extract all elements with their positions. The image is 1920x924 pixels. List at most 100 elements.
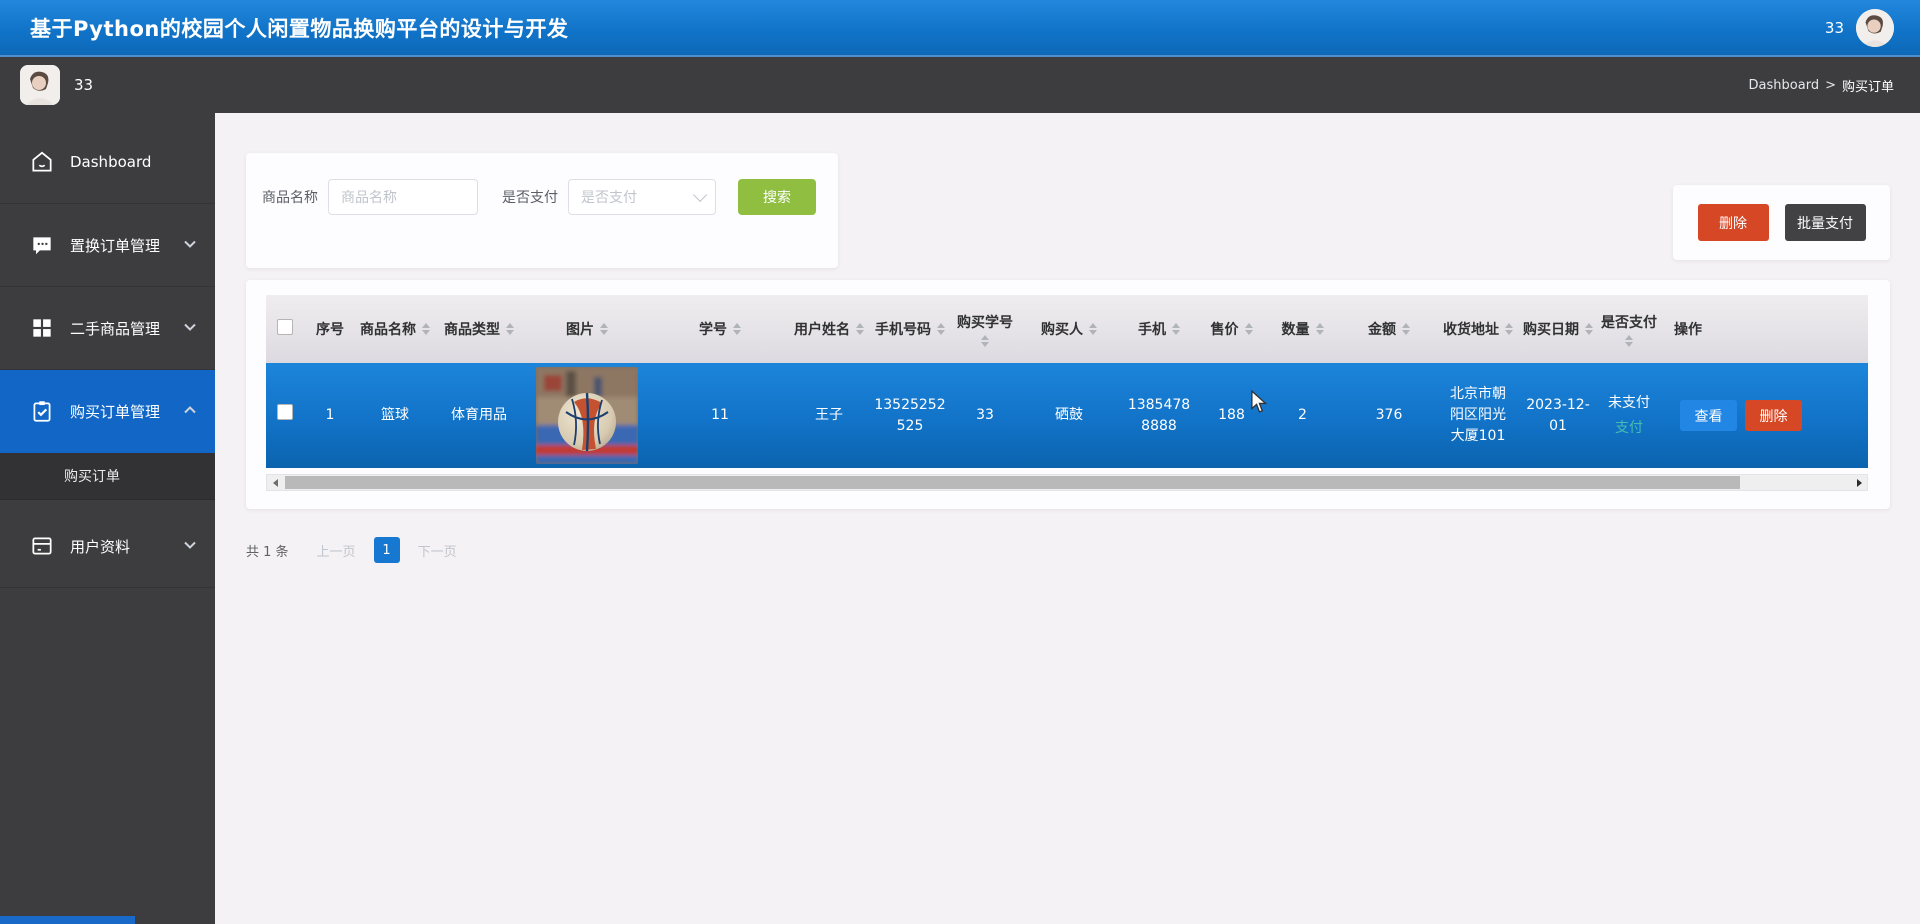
cell-pay-status: 未支付 支付 [1598, 363, 1660, 468]
card-icon [28, 532, 56, 560]
cell-date: 2023-12-01 [1526, 396, 1590, 434]
sort-icon[interactable] [1089, 323, 1097, 335]
col-address[interactable]: 收货地址 [1438, 295, 1518, 363]
sort-icon[interactable] [733, 323, 741, 335]
sort-icon[interactable] [1244, 323, 1253, 335]
col-index: 序号 [304, 295, 356, 363]
toolbar: 33 Dashboard > 购买订单 [0, 57, 1920, 113]
col-quantity[interactable]: 数量 [1265, 295, 1340, 363]
sort-icon[interactable] [600, 323, 608, 335]
view-button[interactable]: 查看 [1680, 400, 1737, 431]
col-product-type[interactable]: 商品类型 [434, 295, 524, 363]
sidebar-item-exchange-orders[interactable]: 置换订单管理 [0, 204, 215, 287]
col-pay-status[interactable]: 是否支付 [1598, 295, 1660, 363]
app-window: 基于Python的校园个人闲置物品换购平台的设计与开发 33 33 Dashbo… [0, 0, 1920, 924]
chat-icon [28, 231, 56, 259]
chevron-down-icon [183, 537, 197, 556]
batch-pay-button[interactable]: 批量支付 [1784, 204, 1866, 241]
avatar[interactable] [1856, 8, 1894, 47]
sidebar-item-label: 二手商品管理 [70, 319, 161, 338]
sort-icon[interactable] [1625, 334, 1633, 347]
col-price[interactable]: 售价 [1198, 295, 1265, 363]
breadcrumb: Dashboard > 购买订单 [1749, 76, 1894, 95]
sort-icon[interactable] [981, 334, 989, 347]
pay-status-label: 是否支付 [502, 190, 558, 206]
search-button[interactable]: 搜索 [738, 179, 816, 215]
sort-icon[interactable] [937, 323, 945, 335]
page-title: 基于Python的校园个人闲置物品换购平台的设计与开发 [30, 16, 569, 41]
select-all-header [266, 295, 304, 363]
col-product-name[interactable]: 商品名称 [356, 295, 434, 363]
sidebar-item-label: Dashboard [70, 153, 152, 171]
pagination-next[interactable]: 下一页 [418, 541, 457, 560]
scroll-right-arrow-icon[interactable] [1851, 475, 1867, 490]
pagination-page-1[interactable]: 1 [373, 537, 400, 563]
sort-icon[interactable] [1505, 323, 1513, 335]
col-user-name[interactable]: 用户姓名 [790, 295, 868, 363]
col-buyer[interactable]: 购买人 [1018, 295, 1120, 363]
sort-icon[interactable] [1402, 323, 1410, 335]
grid-icon [28, 314, 56, 342]
pay-status-text: 未支付 [1608, 394, 1650, 411]
horizontal-scrollbar[interactable] [266, 474, 1868, 491]
sort-icon[interactable] [856, 323, 864, 335]
home-icon [28, 148, 56, 176]
sidebar-item-dashboard[interactable]: Dashboard [0, 121, 215, 204]
bulk-actions-panel: 删除 批量支付 [1673, 185, 1890, 260]
toolbar-username: 33 [74, 76, 94, 94]
main-content: 商品名称 是否支付 是否支付 搜索 删除 批量支付 [215, 113, 1920, 924]
header-username: 33 [1824, 18, 1844, 37]
sort-icon[interactable] [506, 323, 514, 335]
cell-index: 1 [325, 407, 335, 423]
col-date[interactable]: 购买日期 [1518, 295, 1598, 363]
col-image[interactable]: 图片 [524, 295, 650, 363]
table-row[interactable]: 1 篮球 体育用品 11 王子 13525252525 33 硒鼓 138547… [266, 363, 1868, 468]
cell-phone: 13525252525 [874, 396, 946, 434]
pay-link[interactable]: 支付 [1615, 418, 1643, 439]
sort-icon[interactable] [422, 323, 430, 335]
sort-icon[interactable] [1172, 323, 1180, 335]
breadcrumb-separator: > [1825, 77, 1836, 93]
product-image-basketball[interactable] [536, 367, 638, 464]
scrollbar-thumb[interactable] [285, 476, 1740, 489]
sidebar-item-secondhand-goods[interactable]: 二手商品管理 [0, 287, 215, 370]
col-student-no[interactable]: 学号 [650, 295, 790, 363]
sidebar-subitem-label: 购买订单 [64, 469, 120, 485]
orders-table: 序号 商品名称 商品类型 图片 学号 用户姓名 手机号码 购买学号 购买人 手机… [266, 295, 1868, 468]
col-actions: 操作 [1660, 295, 1868, 363]
cell-student-no: 11 [711, 407, 729, 423]
pagination: 共 1 条 上一页 1 下一页 [246, 537, 1890, 563]
cell-buyer-phone: 13854788888 [1127, 396, 1191, 434]
sort-icon[interactable] [1585, 323, 1593, 335]
col-phone[interactable]: 手机号码 [868, 295, 952, 363]
pagination-total: 共 1 条 [246, 544, 289, 560]
scroll-left-arrow-icon[interactable] [267, 475, 283, 490]
col-buy-student-no[interactable]: 购买学号 [952, 295, 1018, 363]
sidebar-item-purchase-orders[interactable]: 购买订单管理 [0, 370, 215, 453]
select-all-checkbox[interactable] [277, 319, 293, 335]
row-delete-button[interactable]: 删除 [1745, 400, 1802, 431]
col-amount[interactable]: 金额 [1340, 295, 1438, 363]
sidebar-item-user-profile[interactable]: 用户资料 [0, 505, 215, 588]
product-name-input[interactable] [328, 179, 478, 215]
row-checkbox[interactable] [277, 404, 293, 420]
sidebar-bottom-strip [0, 916, 135, 924]
sidebar-subitem-purchase-order[interactable]: 购买订单 [0, 453, 215, 500]
user-avatar[interactable] [20, 65, 60, 105]
bulk-delete-button[interactable]: 删除 [1697, 204, 1769, 241]
cell-price: 188 [1218, 407, 1245, 423]
sidebar-item-label: 置换订单管理 [70, 236, 161, 255]
cell-user-name: 王子 [815, 407, 843, 423]
cell-product-type: 体育用品 [451, 407, 507, 423]
col-buyer-phone[interactable]: 手机 [1120, 295, 1198, 363]
breadcrumb-current: 购买订单 [1841, 79, 1894, 95]
sidebar-item-label: 用户资料 [70, 537, 131, 556]
chevron-up-icon [183, 402, 197, 421]
search-panel: 商品名称 是否支付 是否支付 搜索 [246, 153, 838, 268]
breadcrumb-root[interactable]: Dashboard [1749, 78, 1820, 93]
cell-product-name: 篮球 [381, 407, 409, 423]
pagination-prev[interactable]: 上一页 [317, 541, 356, 560]
cell-buy-student-no: 33 [976, 407, 994, 423]
sort-icon[interactable] [1315, 323, 1324, 335]
pay-status-select[interactable]: 是否支付 [568, 179, 716, 215]
